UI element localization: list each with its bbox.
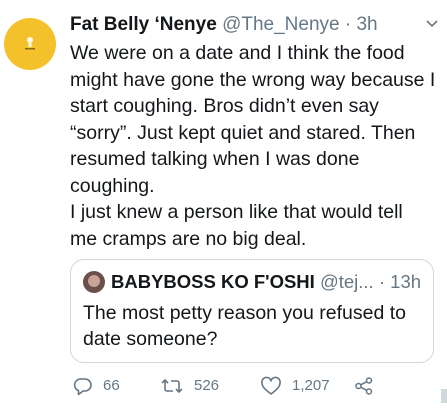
tweet-header: Fat Belly ‘Nenye @The_Nenye · 3h [70, 12, 447, 38]
author-handle[interactable]: @The_Nenye [222, 14, 340, 35]
like-button[interactable]: 1,207 [260, 373, 330, 399]
share-icon [355, 377, 373, 395]
separator-dot: · [344, 14, 352, 35]
tweet-text-line: I just knew a person like that would tel… [70, 201, 403, 223]
quoted-author-handle: @tej... [319, 271, 374, 292]
like-count: 1,207 [292, 377, 330, 394]
tweet-text-line: We were on a date and I think the food [70, 42, 405, 64]
quoted-author-name: BABYBOSS KO F'OSHI [111, 271, 315, 292]
quoted-author-avatar [83, 271, 105, 293]
author-avatar[interactable] [4, 18, 56, 70]
reply-count: 66 [103, 377, 120, 394]
reply-icon [73, 378, 92, 396]
author-name[interactable]: Fat Belly ‘Nenye [70, 14, 217, 35]
tweet-text-line: might have gone the wrong way because I [70, 68, 436, 91]
tweet-text-line: me cramps are no big deal. [70, 227, 307, 250]
quoted-tweet-text: The most petty reason you refused to dat… [83, 300, 423, 352]
like-icon [261, 376, 281, 395]
tweet-timestamp[interactable]: 3h [356, 14, 377, 35]
tweet-text-line: start coughing. Bros didn’t even say [70, 95, 379, 117]
quoted-text-line: date someone? [83, 328, 218, 350]
retweet-icon [161, 378, 183, 394]
tweet-text-line: resumed talking when I was done [70, 148, 360, 170]
retweet-button[interactable]: 526 [160, 373, 219, 399]
scrollbar-thumb[interactable] [441, 389, 447, 403]
quoted-tweet-header: BABYBOSS KO F'OSHI @tej... · 13h [111, 269, 427, 295]
tweet-text: We were on a date and I think the food m… [70, 40, 446, 252]
tweet-text-line: “sorry”. Just kept quiet and stared. The… [70, 121, 416, 144]
tweet-actions: 66 526 1,207 [70, 373, 447, 399]
chevron-down-icon[interactable] [425, 17, 439, 31]
tweet-text-line: coughing. [70, 174, 155, 197]
quoted-separator-dot: · [378, 271, 386, 292]
share-button[interactable] [354, 373, 374, 399]
retweet-count: 526 [194, 377, 220, 394]
quoted-text-line: The most petty reason you refused to [83, 302, 407, 324]
quoted-tweet-card[interactable]: BABYBOSS KO F'OSHI @tej... · 13h The mos… [70, 259, 434, 363]
quoted-timestamp: 13h [390, 271, 422, 292]
bulb-icon [25, 37, 35, 50]
reply-button[interactable]: 66 [73, 373, 120, 399]
